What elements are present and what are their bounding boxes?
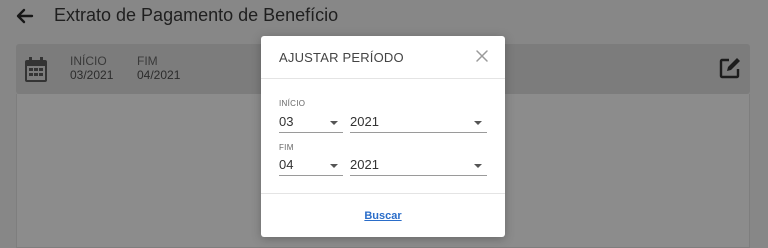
chevron-down-icon — [474, 121, 482, 125]
dialog-title: AJUSTAR PERÍODO — [279, 50, 404, 65]
chevron-down-icon — [330, 121, 338, 125]
dialog-header: AJUSTAR PERÍODO — [261, 36, 505, 79]
start-year-value: 2021 — [350, 114, 379, 129]
start-year-select[interactable]: 2021 — [350, 111, 487, 133]
end-year-select[interactable]: 2021 — [350, 154, 487, 176]
dialog-footer: Buscar — [261, 193, 505, 237]
end-month-select[interactable]: 04 — [279, 154, 343, 176]
start-month-select[interactable]: 03 — [279, 111, 343, 133]
start-field-label: INÍCIO — [279, 99, 306, 108]
adjust-period-dialog: AJUSTAR PERÍODO INÍCIO 03 2021 FIM 04 20… — [261, 36, 505, 237]
search-button[interactable]: Buscar — [261, 210, 505, 222]
chevron-down-icon — [474, 164, 482, 168]
close-icon[interactable] — [475, 49, 489, 63]
start-month-value: 03 — [279, 114, 294, 129]
end-field-label: FIM — [279, 143, 294, 152]
end-year-value: 2021 — [350, 157, 379, 172]
end-month-value: 04 — [279, 157, 294, 172]
chevron-down-icon — [330, 164, 338, 168]
